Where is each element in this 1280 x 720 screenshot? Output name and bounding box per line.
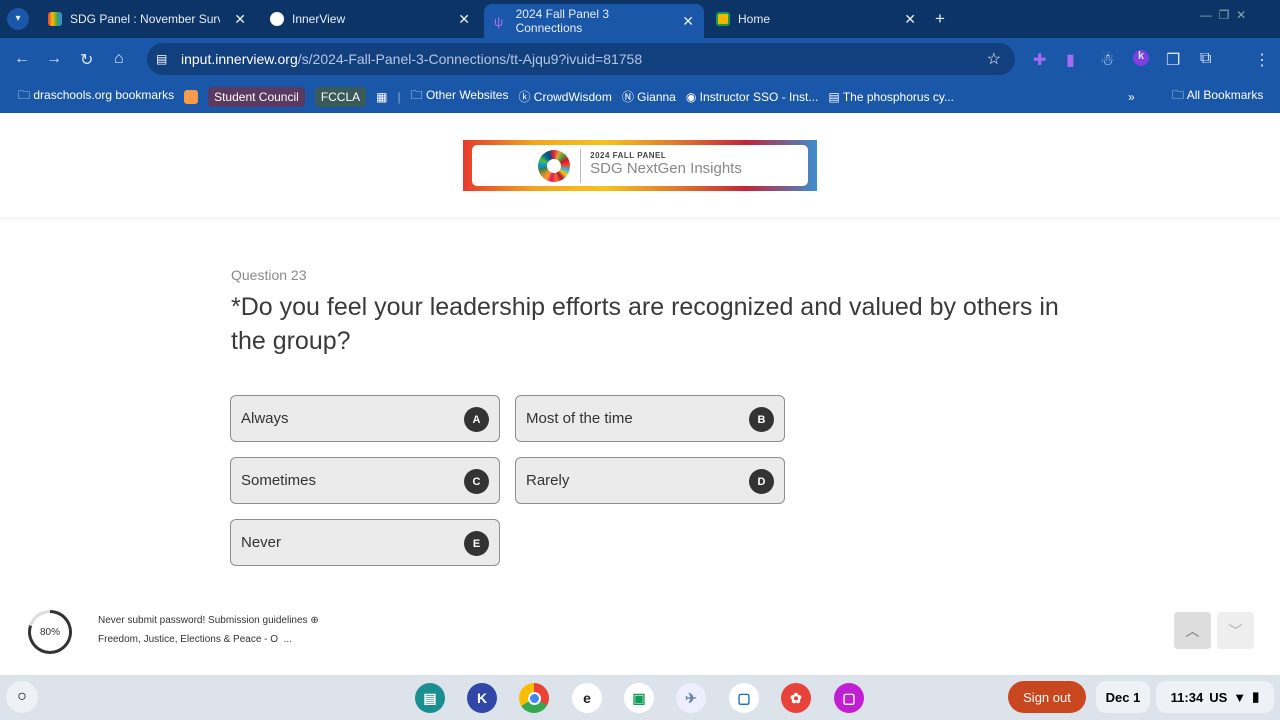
divider: |	[397, 89, 401, 104]
app-icon[interactable]: ▢	[729, 683, 759, 713]
banner-line2: SDG NextGen Insights	[590, 159, 742, 177]
launcher-button[interactable]: ○	[6, 681, 38, 713]
home-icon[interactable]: ⌂	[114, 50, 124, 68]
bookmark-phosphorus[interactable]: ▤ The phosphorus cy...	[828, 90, 954, 104]
classroom-app-icon[interactable]: ▣	[624, 683, 654, 713]
bookmark-fccla[interactable]: FCCLA	[314, 86, 367, 107]
tab-innerview[interactable]: InnerView ✕	[260, 4, 480, 34]
chrome-app-icon[interactable]	[519, 683, 549, 713]
tab-sdg-panel[interactable]: SDG Panel : November Survey ✕	[38, 4, 256, 34]
site-info-icon[interactable]: ▤	[156, 52, 167, 66]
classroom-icon	[716, 12, 730, 26]
close-tab-icon[interactable]: ✕	[234, 11, 246, 28]
battery-icon: ▮	[1252, 689, 1260, 704]
status-tray[interactable]: 11:34 US ▼ ▮	[1156, 681, 1274, 713]
section-name: Freedom, Justice, Elections & Peace - O …	[98, 634, 292, 645]
tab-search-button[interactable]: ▾	[7, 8, 29, 30]
tab-home[interactable]: Home ✕	[706, 4, 926, 34]
previous-question-button[interactable]: ︿	[1174, 612, 1211, 649]
bookmark-all[interactable]: 🗀 All Bookmarks	[1172, 86, 1263, 107]
kami-app-icon[interactable]: K	[467, 683, 497, 713]
extension-icon[interactable]: ☃	[1100, 50, 1114, 70]
bookmark-gianna[interactable]: Ⓝ Gianna	[622, 88, 676, 105]
option-sometimes[interactable]: Sometimes C	[230, 457, 500, 504]
option-always[interactable]: Always A	[230, 395, 500, 442]
app-icon[interactable]: ▤	[415, 683, 445, 713]
innerview-icon	[270, 12, 284, 26]
app-icon[interactable]: ✈	[676, 683, 706, 713]
download-circle-icon: ⊕	[310, 615, 319, 626]
close-tab-icon[interactable]: ✕	[682, 13, 694, 30]
submission-guidelines-link[interactable]: Never submit password! Submission guidel…	[98, 615, 319, 626]
more-bookmarks-icon[interactable]: »	[1128, 90, 1135, 104]
tab-fall-panel[interactable]: ψ 2024 Fall Panel 3 Connections ✕	[484, 4, 704, 38]
option-key-badge: A	[464, 407, 489, 432]
system-shelf: ○ ▤ K e ▣ ✈ ▢ ✿ ▢ Sign out Dec 1 11:34 US…	[0, 675, 1280, 720]
paint-app-icon[interactable]: ✿	[781, 683, 811, 713]
extension-icon[interactable]: ✚	[1033, 50, 1046, 70]
apps-grid-icon[interactable]: ▦	[376, 90, 387, 104]
bookmarks-bar: 🗀 draschools.org bookmarks Student Counc…	[0, 80, 1280, 113]
survey-header: 2024 FALL PANEL SDG NextGen Insights	[0, 113, 1280, 217]
sdg-wheel-logo	[538, 149, 571, 182]
option-key-badge: D	[749, 469, 774, 494]
window-controls[interactable]: — ❐ ✕	[1200, 8, 1246, 22]
toolbar: ← → ↻ ⌂ ▤ input.innerview.org/s/2024-Fal…	[0, 38, 1280, 80]
survey-footer: 80% Never submit password! Submission gu…	[0, 600, 1280, 675]
innerview-purple-icon: ψ	[494, 14, 504, 29]
tab-strip: ▾ SDG Panel : November Survey ✕ InnerView…	[0, 0, 1280, 38]
option-rarely[interactable]: Rarely D	[515, 457, 785, 504]
question-text: *Do you feel your leadership efforts are…	[231, 293, 1059, 355]
sign-out-button[interactable]: Sign out	[1008, 681, 1086, 713]
bookmark-crowdwisdom[interactable]: ⓚ CrowdWisdom	[518, 88, 611, 105]
bookmark-icon[interactable]	[184, 89, 199, 104]
option-key-badge: E	[464, 531, 489, 556]
new-tab-button[interactable]: +	[935, 9, 945, 29]
close-tab-icon[interactable]: ✕	[458, 11, 470, 28]
reload-icon[interactable]: ↻	[80, 50, 93, 70]
extensions-puzzle-icon[interactable]: ⧉	[1200, 50, 1211, 68]
progress-ring: 80%	[28, 610, 72, 654]
option-key-badge: C	[464, 469, 489, 494]
bookmark-folder[interactable]: 🗀 draschools.org bookmarks	[18, 86, 174, 107]
bookmark-student-council[interactable]: Student Council	[208, 86, 305, 107]
back-icon[interactable]: ←	[14, 50, 30, 68]
banner-line1: 2024 FALL PANEL	[590, 150, 667, 160]
bookmark-other-websites[interactable]: 🗀 Other Websites	[411, 86, 509, 107]
panel-banner: 2024 FALL PANEL SDG NextGen Insights	[463, 140, 817, 191]
question-number: Question 23	[231, 267, 307, 283]
wifi-icon: ▼	[1233, 689, 1247, 705]
extension-icon[interactable]: ▮	[1066, 50, 1075, 70]
option-key-badge: B	[749, 407, 774, 432]
menu-icon[interactable]: ⋮	[1254, 50, 1270, 70]
option-most-of-the-time[interactable]: Most of the time B	[515, 395, 785, 442]
app-icon[interactable]: ▢	[834, 683, 864, 713]
date-tray[interactable]: Dec 1	[1096, 681, 1150, 713]
kami-extension-icon[interactable]: k	[1133, 50, 1149, 66]
option-never[interactable]: Never E	[230, 519, 500, 566]
bookmark-star-icon[interactable]: ☆	[987, 49, 1001, 69]
forward-icon[interactable]: →	[46, 50, 62, 68]
bookmark-instructor-sso[interactable]: ◉ Instructor SSO - Inst...	[686, 90, 819, 104]
next-question-button[interactable]: ﹀	[1217, 612, 1254, 649]
close-tab-icon[interactable]: ✕	[904, 11, 916, 28]
app-icon[interactable]: e	[572, 683, 602, 713]
address-bar[interactable]: ▤ input.innerview.org/s/2024-Fall-Panel-…	[147, 43, 1015, 75]
gmail-icon	[48, 12, 62, 26]
extension-icon[interactable]: ❐	[1166, 50, 1180, 70]
